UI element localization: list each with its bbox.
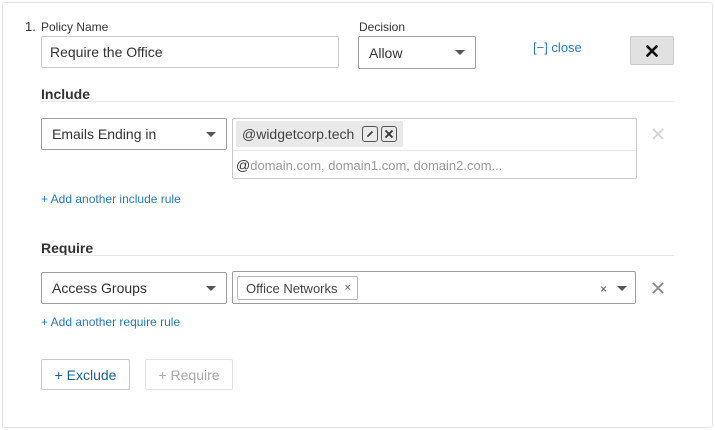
include-title: Include [41,86,91,102]
caret-down-icon [206,285,216,291]
caret-down-icon [206,131,216,137]
policy-name-input[interactable]: Require the Office [41,36,339,68]
add-require-rule-link[interactable]: + Add another require rule [41,315,180,329]
access-group-token-label: Office Networks [246,280,338,296]
decision-label: Decision [359,20,406,34]
x-box-icon[interactable] [381,126,398,142]
pencil-icon[interactable] [362,126,379,142]
email-tag-label: @widgetcorp.tech [242,126,355,142]
policy-number: 1. [25,19,36,34]
close-button[interactable] [630,36,674,65]
close-link[interactable]: [−] close [533,40,582,55]
x-icon[interactable] [652,128,664,140]
include-rule-type-select[interactable]: Emails Ending in [41,118,227,150]
email-domain-input[interactable]: @ domain.com, domain1.com, domain2.com..… [236,157,502,173]
caret-down-icon [455,50,465,55]
decision-select[interactable]: Allow [358,36,476,69]
require-title: Require [41,240,94,256]
policy-name-label: Policy Name [41,20,109,34]
require-divider [41,255,674,256]
clear-icon[interactable]: × [600,282,607,296]
include-divider [41,101,674,102]
include-email-tag-box: @widgetcorp.tech @ domain.com, domain1.c… [232,118,637,179]
close-icon [646,44,658,57]
decision-value: Allow [369,44,403,61]
policy-name-value: Require the Office [50,44,163,60]
x-icon[interactable] [652,282,664,294]
email-tag-chip: @widgetcorp.tech [236,121,404,147]
token-remove-icon[interactable]: × [345,282,351,294]
require-rule-type-value: Access Groups [52,280,147,296]
tag-box-divider [233,150,636,151]
include-rule-type-value: Emails Ending in [52,126,157,142]
require-button[interactable]: + Require [145,359,233,390]
caret-down-icon[interactable] [617,286,627,291]
require-rule-type-select[interactable]: Access Groups [41,272,227,304]
domain-prefix: @ [236,157,251,173]
domain-placeholder: domain.com, domain1.com, domain2.com... [250,157,503,173]
exclude-button[interactable]: + Exclude [41,359,130,390]
add-include-rule-link[interactable]: + Add another include rule [41,192,181,206]
access-group-token: Office Networks × [237,276,358,300]
access-groups-multiselect[interactable]: Office Networks × × [232,271,636,304]
